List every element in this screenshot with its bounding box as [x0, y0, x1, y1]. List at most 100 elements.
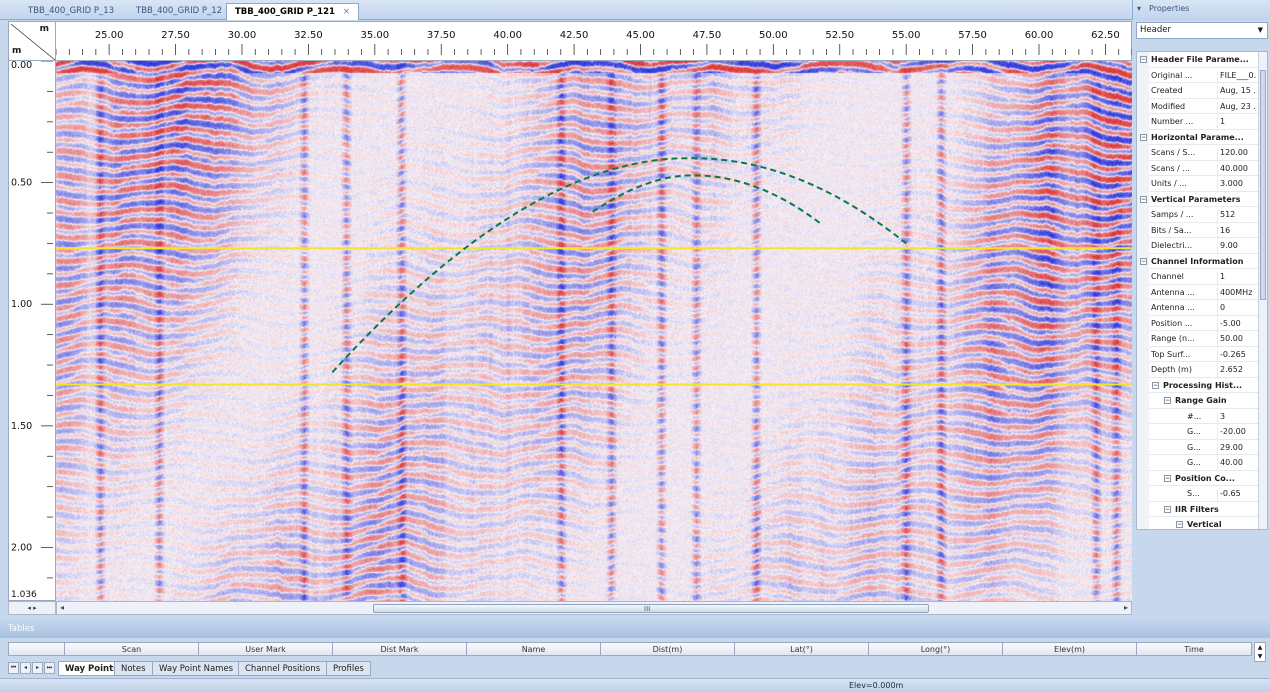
properties-panel-header: ▾ Properties	[1132, 0, 1270, 20]
property-row[interactable]: Range (n... 50.00	[1137, 331, 1259, 348]
property-key: Antenna ...	[1151, 287, 1195, 297]
property-row[interactable]: Dielectri... 9.00	[1137, 238, 1259, 255]
horizontal-ruler-ticks: 25.00 27.50 30.00 32.50 35.00 37.50 40.00 42.50…	[56, 30, 1132, 55]
property-row[interactable]: Position ... -5.00	[1137, 315, 1259, 333]
column-header[interactable]: Scan	[64, 643, 198, 656]
column-header[interactable]: Lat(°)	[734, 643, 868, 656]
column-header[interactable]: Long(°)	[868, 643, 1002, 656]
property-key: G...	[1187, 458, 1201, 467]
property-key: Horizontal Parame...	[1151, 132, 1244, 142]
first-tab-icon[interactable]: ⏮	[8, 662, 19, 674]
next-tab-icon[interactable]: ▸	[32, 662, 43, 674]
collapse-icon[interactable]: −	[1164, 505, 1171, 513]
collapse-icon[interactable]: −	[1140, 195, 1147, 203]
x-tick-label: 45.00	[626, 30, 655, 41]
property-row[interactable]: S... -0.65	[1137, 486, 1259, 503]
prev-tab-icon[interactable]: ◂	[20, 662, 31, 674]
property-key: Vertical	[1187, 520, 1222, 529]
y-tick-label: 2.00	[11, 542, 32, 553]
x-tick-label: 32.50	[294, 30, 323, 41]
collapse-icon[interactable]: −	[1140, 133, 1147, 141]
property-row[interactable]: Units / ... 3.000	[1137, 176, 1259, 193]
property-category[interactable]: − Horizontal Parame...	[1137, 129, 1259, 145]
tab-tbb-400-grid-p13[interactable]: TBB_400_GRID P_13	[20, 3, 122, 20]
table-spin-control[interactable]: ▲ ▼	[1254, 642, 1266, 662]
column-header[interactable]: Dist(m)	[600, 643, 734, 656]
radargram-view[interactable]	[56, 61, 1132, 601]
property-key: Number ...	[1151, 117, 1194, 126]
property-key: Units / ...	[1151, 179, 1187, 188]
table-row-header-cell	[9, 643, 64, 656]
table-tab[interactable]: Profiles	[326, 661, 371, 676]
property-category[interactable]: − Vertical	[1137, 517, 1259, 529]
property-row[interactable]: Scans / ... 40.000	[1137, 160, 1259, 178]
last-tab-icon[interactable]: ⏭	[44, 662, 55, 674]
collapse-icon[interactable]: −	[1140, 257, 1147, 265]
property-row[interactable]: G... -20.00	[1137, 424, 1259, 441]
property-category[interactable]: − Position Co...	[1137, 470, 1259, 486]
property-row-margin	[1137, 346, 1149, 362]
zoom-control[interactable]: ◂ ▸	[8, 601, 56, 615]
horizontal-scroll-thumb[interactable]: III	[373, 604, 929, 613]
property-key: Header File Parame...	[1151, 55, 1249, 64]
scroll-right-icon[interactable]: ▸	[1124, 603, 1128, 612]
property-key: Vertical Parameters	[1151, 194, 1241, 204]
property-grid-scrollbar[interactable]	[1258, 52, 1267, 529]
property-category[interactable]: − IIR Filters	[1137, 501, 1259, 517]
property-row[interactable]: G... 40.00	[1137, 455, 1259, 472]
tab-tbb-400-grid-p12[interactable]: TBB_400_GRID P_12	[128, 3, 230, 20]
table-tab[interactable]: Notes	[114, 661, 153, 676]
x-tick-label: 60.00	[1025, 30, 1054, 41]
property-row[interactable]: Bits / Sa... 16	[1137, 222, 1259, 240]
property-row-margin	[1137, 470, 1149, 486]
property-row[interactable]: Channel 1	[1137, 269, 1259, 286]
collapse-icon[interactable]: −	[1140, 56, 1147, 63]
property-row-margin	[1137, 269, 1149, 285]
property-row[interactable]: Created Aug, 15 ...	[1137, 83, 1259, 100]
column-header[interactable]: Dist Mark	[332, 643, 466, 656]
panel-menu-icon[interactable]: ▾	[1137, 4, 1141, 13]
property-key: Created	[1151, 86, 1183, 95]
property-category[interactable]: − Channel Information	[1137, 253, 1259, 269]
property-category[interactable]: − Vertical Parameters	[1137, 191, 1259, 207]
property-row[interactable]: Depth (m) 2.652	[1137, 362, 1259, 379]
column-header[interactable]: Time	[1136, 643, 1251, 656]
property-key: Top Surf...	[1151, 349, 1191, 359]
hyperbola-trace-1	[331, 157, 907, 374]
property-grid[interactable]: − Header File Parame... Original ... FILE__…	[1136, 51, 1268, 530]
property-row[interactable]: Number ... 1	[1137, 114, 1259, 131]
scroll-left-icon[interactable]: ◂	[60, 603, 64, 612]
horizontal-scrollbar[interactable]: ◂ III ▸	[56, 601, 1132, 615]
property-row-margin	[1137, 377, 1149, 393]
property-row-margin	[1137, 145, 1149, 161]
table-tab[interactable]: Way Point Names	[152, 661, 241, 676]
property-row[interactable]: Original ...FILE___0...	[1137, 67, 1259, 85]
property-key: Position Co...	[1175, 473, 1235, 483]
property-row[interactable]: Antenna ... 400MHz	[1137, 284, 1259, 302]
table-tab[interactable]: Channel Positions	[238, 661, 328, 676]
column-header[interactable]: User Mark	[198, 643, 332, 656]
property-row[interactable]: #... 3	[1137, 408, 1259, 426]
x-tick-label: 40.00	[493, 30, 522, 41]
property-row[interactable]: Scans / S... 120.00	[1137, 145, 1259, 162]
collapse-icon[interactable]: −	[1164, 397, 1171, 404]
collapse-icon[interactable]: −	[1152, 381, 1159, 389]
property-row[interactable]: Antenna ... 0	[1137, 300, 1259, 317]
property-row[interactable]: G... 29.00	[1137, 439, 1259, 457]
property-row[interactable]: Top Surf... -0.265	[1137, 346, 1259, 364]
column-header[interactable]: Elev(m)	[1002, 643, 1136, 656]
properties-selector[interactable]: Header ▼	[1136, 22, 1268, 39]
property-category[interactable]: − Header File Parame...	[1137, 52, 1259, 68]
property-category[interactable]: − Processing Hist...	[1137, 377, 1259, 393]
tab-tbb-400-grid-p121[interactable]: TBB_400_GRID P_121 ×	[226, 3, 360, 20]
property-row[interactable]: Modified Aug, 23 ...	[1137, 98, 1259, 116]
property-category[interactable]: − Range Gain	[1137, 393, 1259, 409]
table-tabs: ⏮ ◂ ▸ ⏭ Way Points Notes Way Point Names Ch…	[8, 661, 428, 677]
property-row[interactable]: Samps / ... 512	[1137, 207, 1259, 224]
column-header[interactable]: Name	[466, 643, 600, 656]
collapse-icon[interactable]: −	[1176, 521, 1183, 528]
collapse-icon[interactable]: −	[1164, 474, 1171, 482]
vertical-depth-ruler: 0.00 0.50 1.00 1.50 2.00 1.036	[8, 61, 56, 601]
property-grid-scroll-thumb[interactable]	[1260, 70, 1266, 300]
close-tab-icon[interactable]: ×	[343, 7, 350, 17]
